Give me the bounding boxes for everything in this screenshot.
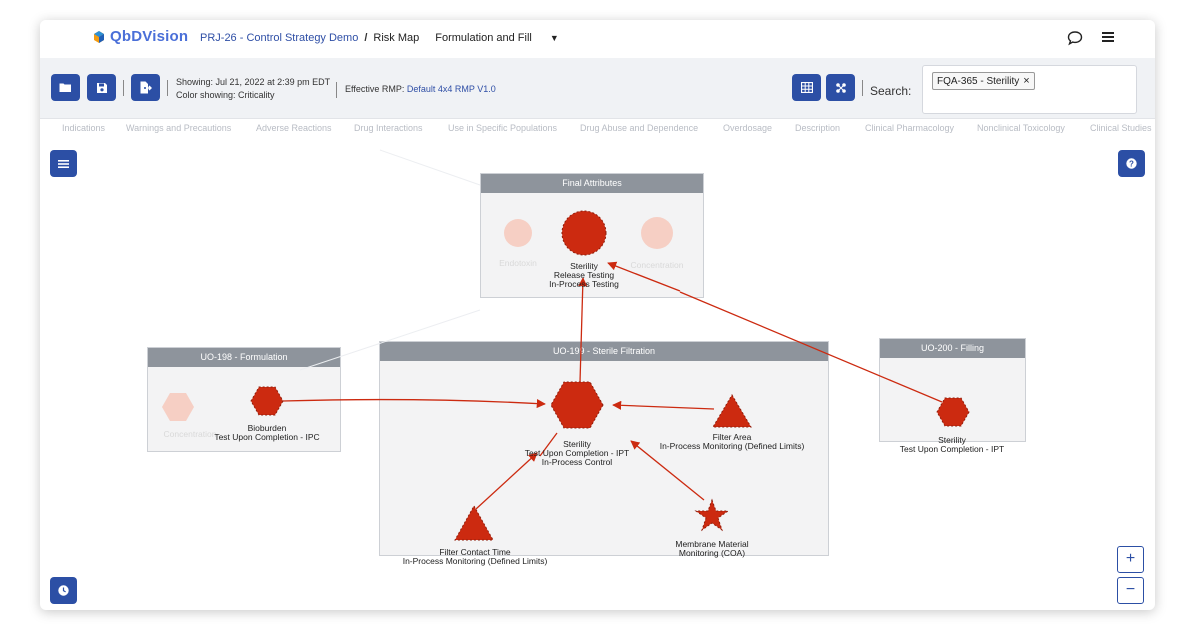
search-input[interactable]: FQA-365 - Sterility × bbox=[922, 65, 1137, 114]
bioburden-label-2: Test Upon Completion - IPC bbox=[214, 432, 319, 442]
chat-icon[interactable] bbox=[1067, 30, 1083, 51]
zoom-out-button[interactable]: − bbox=[1117, 577, 1144, 604]
logo-mark-icon bbox=[92, 30, 106, 44]
tab-item: Overdosage bbox=[723, 123, 773, 133]
tab-item: Warnings and Precautions bbox=[126, 123, 232, 133]
tab-item: Description bbox=[795, 123, 841, 133]
search-chip[interactable]: FQA-365 - Sterility × bbox=[932, 72, 1035, 90]
concentration-form-node[interactable] bbox=[162, 393, 194, 421]
tab-item: Adverse Reactions bbox=[256, 123, 332, 133]
risk-map-canvas[interactable]: Final Attributes UO-198 - Formulation UO… bbox=[40, 140, 1155, 610]
close-icon[interactable]: × bbox=[1023, 75, 1029, 87]
toolbar: Showing: Jul 21, 2022 at 2:39 pm EDT Col… bbox=[40, 58, 1155, 119]
logo[interactable]: QbDVision bbox=[92, 28, 188, 45]
filter-contact-label-2: In-Process Monitoring (Defined Limits) bbox=[403, 556, 548, 566]
faded-tabs: Indications Warnings and Precautions Adv… bbox=[40, 118, 1155, 140]
sterility-fa-label-3: In-Process Testing bbox=[549, 279, 619, 289]
breadcrumb-project-link[interactable]: PRJ-26 - Control Strategy Demo bbox=[200, 32, 358, 44]
filter-area-label-2: In-Process Monitoring (Defined Limits) bbox=[660, 441, 805, 451]
export-file-icon bbox=[140, 81, 152, 94]
svg-text:?: ? bbox=[1129, 159, 1134, 168]
folder-icon bbox=[59, 83, 71, 92]
edge-sterility-to-fa[interactable] bbox=[578, 277, 588, 383]
faded-edge bbox=[299, 309, 481, 371]
network-icon bbox=[835, 82, 846, 93]
sterility-fa-node[interactable] bbox=[561, 210, 607, 256]
snapshot-info: Showing: Jul 21, 2022 at 2:39 pm EDT Col… bbox=[176, 76, 330, 102]
color-showing: Color showing: Criticality bbox=[176, 90, 275, 100]
tab-item: Drug Abuse and Dependence bbox=[580, 123, 699, 133]
tab-item: Nonclinical Toxicology bbox=[977, 123, 1065, 133]
toolbar-divider bbox=[123, 80, 124, 96]
table-view-button[interactable] bbox=[792, 74, 821, 101]
menu-icon[interactable] bbox=[1101, 30, 1115, 51]
history-button[interactable] bbox=[50, 577, 77, 604]
help-button[interactable]: ? bbox=[1118, 150, 1145, 177]
faded-edge bbox=[379, 149, 481, 186]
toolbar-divider bbox=[862, 80, 863, 96]
effective-rmp: Effective RMP: Default 4x4 RMP V1.0 bbox=[345, 84, 496, 94]
edge-contact-time-to-sterility[interactable] bbox=[475, 452, 538, 510]
endotoxin-node[interactable] bbox=[504, 219, 532, 247]
tab-item: Drug Interactions bbox=[354, 123, 423, 133]
edge-filling-to-fa[interactable] bbox=[679, 291, 943, 403]
endotoxin-label: Endotoxin bbox=[499, 258, 537, 268]
chevron-down-icon[interactable]: ▼ bbox=[550, 33, 559, 43]
help-icon: ? bbox=[1126, 158, 1137, 169]
edge-bioburden-to-sterility[interactable] bbox=[282, 398, 546, 409]
table-icon bbox=[800, 82, 813, 93]
tab-item: Indications bbox=[62, 123, 106, 133]
breadcrumb: PRJ-26 - Control Strategy Demo / Risk Ma… bbox=[200, 32, 559, 44]
logo-text: QbDVision bbox=[110, 28, 189, 45]
export-button[interactable] bbox=[131, 74, 160, 101]
zoom-in-button[interactable]: + bbox=[1117, 546, 1144, 573]
concentration-form-label: Concentration bbox=[164, 429, 217, 439]
toolbar-divider bbox=[167, 80, 168, 96]
clock-icon bbox=[58, 585, 69, 596]
membrane-label-2: Monitoring (COA) bbox=[679, 548, 745, 558]
tab-item: Use in Specific Populations bbox=[448, 123, 558, 133]
showing-date: Showing: Jul 21, 2022 at 2:39 pm EDT bbox=[176, 77, 331, 87]
breadcrumb-separator: / bbox=[364, 32, 368, 44]
rmp-label: Effective RMP: bbox=[345, 84, 405, 94]
edge-filter-area-to-sterility[interactable] bbox=[612, 400, 715, 410]
search-chip-label: FQA-365 - Sterility bbox=[937, 76, 1020, 87]
membrane-node[interactable] bbox=[694, 498, 730, 532]
bioburden-node[interactable] bbox=[250, 386, 284, 416]
header-actions bbox=[1067, 30, 1115, 51]
sterility-fill-label-2: Test Upon Completion - IPT bbox=[900, 444, 1004, 454]
top-bar: QbDVision PRJ-26 - Control Strategy Demo… bbox=[40, 20, 1155, 58]
open-folder-button[interactable] bbox=[51, 74, 80, 101]
layout-button[interactable] bbox=[826, 74, 855, 101]
process-dropdown[interactable]: Formulation and Fill bbox=[435, 32, 532, 44]
tab-item: Clinical Studies bbox=[1090, 123, 1152, 133]
menu-icon bbox=[58, 159, 69, 168]
rmp-link[interactable]: Default 4x4 RMP V1.0 bbox=[407, 84, 496, 94]
app-window: QbDVision PRJ-26 - Control Strategy Demo… bbox=[40, 20, 1155, 610]
sterility-sf-label-3: In-Process Control bbox=[542, 457, 612, 467]
sterility-sf-node[interactable] bbox=[550, 381, 604, 429]
concentration-fa-label: Concentration bbox=[631, 260, 684, 270]
filter-area-node[interactable] bbox=[712, 394, 752, 428]
search-label: Search: bbox=[870, 84, 912, 98]
save-icon bbox=[96, 82, 107, 93]
breadcrumb-page: Risk Map bbox=[373, 32, 420, 44]
filter-menu-button[interactable] bbox=[50, 150, 77, 177]
save-button[interactable] bbox=[87, 74, 116, 101]
toolbar-divider bbox=[336, 82, 337, 98]
concentration-fa-node[interactable] bbox=[641, 217, 673, 249]
filter-contact-node[interactable] bbox=[454, 504, 494, 541]
tab-item: Clinical Pharmacology bbox=[865, 123, 955, 133]
risk-map-graph: Endotoxin Sterility Release Testing In-P… bbox=[162, 149, 1004, 566]
